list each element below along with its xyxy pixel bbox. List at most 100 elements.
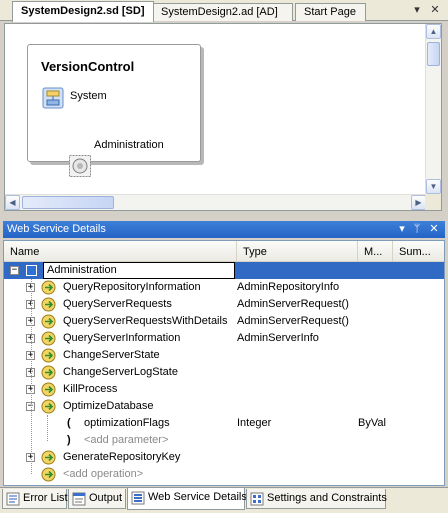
modifier-cell[interactable] <box>358 313 392 330</box>
column-header-summary[interactable]: Sum... <box>393 241 444 261</box>
parameter-bracket: ( <box>67 417 71 429</box>
type-cell[interactable] <box>237 347 356 364</box>
modifier-cell[interactable] <box>358 296 392 313</box>
grid-row-kill-process[interactable]: + KillProcess <box>4 381 444 398</box>
column-header-type[interactable]: Type <box>237 241 358 261</box>
grid-row-change-server-log-state[interactable]: + ChangeServerLogState <box>4 364 444 381</box>
operation-name[interactable]: ChangeServerState <box>63 347 235 364</box>
designer-vertical-scrollbar[interactable]: ▲ ▼ <box>425 24 441 195</box>
operation-icon <box>40 296 57 313</box>
operation-icon <box>40 466 57 483</box>
grid-row-query-server-information[interactable]: + QueryServerInformation AdminServerInfo <box>4 330 444 347</box>
type-cell[interactable] <box>237 364 356 381</box>
grid-row-add-operation[interactable]: <add operation> <box>4 466 444 483</box>
tab-settings-and-constraints[interactable]: Settings and Constraints <box>246 489 387 509</box>
scroll-down-icon[interactable]: ▼ <box>426 179 441 194</box>
tree-connector <box>47 415 48 441</box>
type-cell[interactable]: Integer <box>237 415 356 432</box>
tab-start-page[interactable]: Start Page <box>295 3 366 21</box>
close-document-icon[interactable]: ✕ <box>428 3 442 17</box>
document-tab-strip: SystemDesign2.ad [AD] Start Page SystemD… <box>0 0 448 22</box>
operation-icon <box>40 313 57 330</box>
tab-error-list-label: Error List <box>23 492 68 504</box>
grid-row-generate-repository-key[interactable]: + GenerateRepositoryKey <box>4 449 444 466</box>
operation-icon <box>40 364 57 381</box>
modifier-cell[interactable] <box>358 432 392 449</box>
auto-hide-pin-icon[interactable]: ᛘ <box>410 222 424 236</box>
scroll-right-icon[interactable]: ▶ <box>411 195 426 210</box>
operation-name[interactable]: QueryServerRequestsWithDetails <box>63 313 235 330</box>
operation-icon <box>40 279 57 296</box>
window-position-dropdown-icon[interactable]: ▾ <box>395 222 409 236</box>
tab-error-list[interactable]: Error List <box>2 489 68 509</box>
modifier-cell[interactable]: ByVal <box>358 415 392 432</box>
tab-output-label: Output <box>89 492 123 504</box>
grid-row-administration[interactable]: − Administration <box>4 262 444 279</box>
modifier-cell[interactable] <box>358 381 392 398</box>
modifier-cell[interactable] <box>358 347 392 364</box>
type-cell[interactable]: AdminServerInfo <box>237 330 356 347</box>
column-header-name[interactable]: Name <box>4 241 237 261</box>
grid-row-optimization-flags[interactable]: ( optimizationFlags Integer ByVal <box>4 415 444 432</box>
type-cell[interactable] <box>237 449 356 466</box>
grid-row-optimize-database[interactable]: − OptimizeDatabase <box>4 398 444 415</box>
error-list-icon <box>6 492 20 506</box>
add-parameter-placeholder[interactable]: <add parameter> <box>84 432 235 449</box>
tab-systemdesign2-sd[interactable]: SystemDesign2.sd [SD] <box>12 1 154 22</box>
collapse-toggle-icon[interactable]: − <box>10 266 19 275</box>
horizontal-scroll-thumb[interactable] <box>22 196 114 209</box>
operation-icon <box>40 330 57 347</box>
modifier-cell[interactable] <box>358 398 392 415</box>
operation-icon <box>40 398 57 415</box>
type-cell[interactable] <box>237 398 356 415</box>
vertical-scroll-thumb[interactable] <box>427 42 440 66</box>
tab-output[interactable]: Output <box>68 489 126 509</box>
modifier-cell[interactable] <box>358 279 392 296</box>
grid-row-query-repository-information[interactable]: + QueryRepositoryInformation AdminReposito… <box>4 279 444 296</box>
web-service-details-grid: Name Type M... Sum... − Administration + Qu… <box>3 240 445 486</box>
grid-row-change-server-state[interactable]: + ChangeServerState <box>4 347 444 364</box>
operation-name[interactable]: OptimizeDatabase <box>63 398 235 415</box>
parameter-name[interactable]: optimizationFlags <box>84 415 235 432</box>
modifier-cell[interactable] <box>358 466 392 483</box>
tab-web-service-details[interactable]: Web Service Details <box>127 488 247 510</box>
tab-systemdesign2-ad[interactable]: SystemDesign2.ad [AD] <box>152 3 293 21</box>
system-designer: VersionControl System Administration ▲ ▼… <box>4 23 442 211</box>
type-cell[interactable] <box>237 466 356 483</box>
type-cell[interactable] <box>237 381 356 398</box>
modifier-cell[interactable] <box>358 364 392 381</box>
modifier-cell[interactable] <box>358 330 392 347</box>
web-service-endpoint-icon[interactable] <box>69 155 91 177</box>
operation-name[interactable]: GenerateRepositoryKey <box>63 449 235 466</box>
type-cell[interactable]: AdminRepositoryInfo <box>237 279 356 296</box>
output-icon <box>72 492 86 506</box>
type-cell[interactable] <box>237 432 356 449</box>
scroll-left-icon[interactable]: ◀ <box>5 195 20 210</box>
designer-canvas[interactable]: VersionControl System Administration <box>5 24 427 195</box>
operation-name[interactable]: ChangeServerLogState <box>63 364 235 381</box>
system-shape-versioncontrol[interactable]: VersionControl System Administration <box>27 44 201 177</box>
operation-icon <box>40 347 57 364</box>
operation-name[interactable]: KillProcess <box>63 381 235 398</box>
endpoint-label: Administration <box>94 139 164 151</box>
add-operation-placeholder[interactable]: <add operation> <box>63 466 235 483</box>
grid-row-query-server-requests-with-details[interactable]: + QueryServerRequestsWithDetails AdminServ… <box>4 313 444 330</box>
settings-constraints-icon <box>250 492 264 506</box>
operation-name[interactable]: QueryServerInformation <box>63 330 235 347</box>
grid-row-query-server-requests[interactable]: + QueryServerRequests AdminServerRequest() <box>4 296 444 313</box>
type-cell[interactable]: AdminServerRequest() <box>237 313 356 330</box>
tab-web-service-details-label: Web Service Details <box>148 491 247 503</box>
operation-name[interactable]: QueryRepositoryInformation <box>63 279 235 296</box>
scroll-up-icon[interactable]: ▲ <box>426 24 441 39</box>
operation-name[interactable]: QueryServerRequests <box>63 296 235 313</box>
column-header-modifier[interactable]: M... <box>358 241 393 261</box>
modifier-cell[interactable] <box>358 449 392 466</box>
tab-list-dropdown-icon[interactable]: ▾ <box>410 3 424 17</box>
designer-horizontal-scrollbar[interactable]: ◀ ▶ <box>5 194 427 210</box>
parameter-bracket: ) <box>67 434 71 446</box>
type-cell[interactable]: AdminServerRequest() <box>237 296 356 313</box>
close-tool-window-icon[interactable]: ✕ <box>427 222 441 236</box>
endpoint-name-input[interactable]: Administration <box>43 262 235 279</box>
grid-row-add-parameter[interactable]: ) <add parameter> <box>4 432 444 449</box>
web-service-details-header: Web Service Details ▾ ᛘ ✕ <box>3 221 445 238</box>
